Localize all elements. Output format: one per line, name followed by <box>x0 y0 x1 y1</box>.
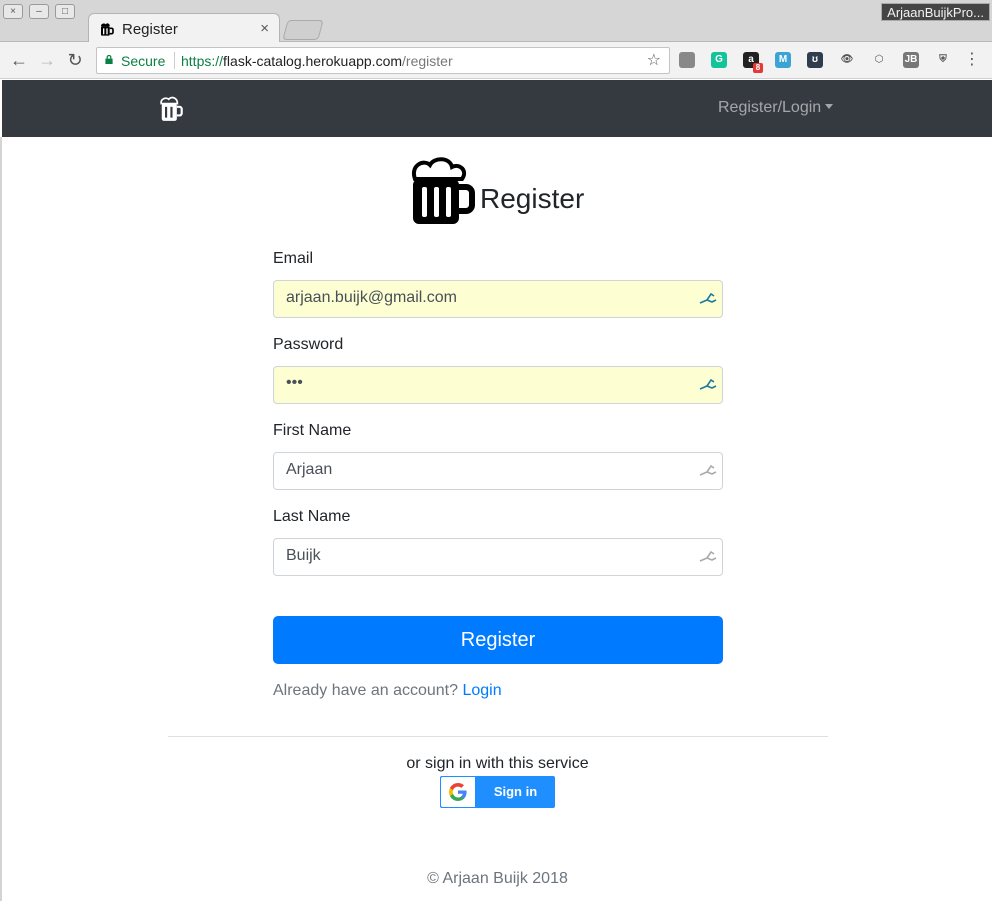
u-extension-icon[interactable]: ʊ <box>807 52 823 68</box>
divider <box>168 736 828 737</box>
first-name-value: Arjaan <box>286 461 333 478</box>
first-name-field[interactable]: Arjaan <box>273 452 723 490</box>
url-host: flask-catalog.herokuapp.com <box>223 53 403 69</box>
password-manager-icon[interactable] <box>698 378 718 392</box>
window-minimize-button[interactable]: – <box>29 4 49 19</box>
browser-tab-register[interactable]: Register × <box>88 13 280 43</box>
secure-label: Secure <box>121 53 166 69</box>
page-title: Register <box>480 183 585 214</box>
address-bar[interactable]: Secure https://flask-catalog.herokuapp.c… <box>96 47 670 74</box>
browser-titlebar: × – □ Register × ArjaanBuijkPro... <box>0 0 992 43</box>
cube-extension-icon[interactable]: ⬡ <box>871 52 887 68</box>
bookmark-star-icon[interactable]: ☆ <box>647 50 661 70</box>
pocket-extension-icon[interactable] <box>679 52 695 68</box>
tab-title: Register <box>122 21 178 38</box>
last-name-value: Buijk <box>286 547 321 564</box>
jb-extension-icon[interactable]: JB <box>903 52 919 68</box>
last-name-field[interactable]: Buijk <box>273 538 723 576</box>
caret-down-icon <box>825 104 834 109</box>
google-signin-button[interactable]: Sign in <box>440 776 555 808</box>
password-value: ••• <box>286 374 303 391</box>
window-maximize-button[interactable]: □ <box>55 4 75 19</box>
already-account-text: Already have an account? Login <box>273 682 502 700</box>
last-name-label: Last Name <box>273 508 351 525</box>
window-close-button[interactable]: × <box>3 4 23 19</box>
new-tab-button[interactable] <box>282 20 324 40</box>
site-navbar: Register/Login <box>2 80 992 137</box>
email-label: Email <box>273 250 314 267</box>
url-text: https://flask-catalog.herokuapp.com/regi… <box>181 53 453 69</box>
page-left-border <box>0 137 2 901</box>
extension-badge: 8 <box>753 63 763 73</box>
shield-extension-icon[interactable]: ⛨ <box>935 52 951 68</box>
browser-menu-icon[interactable]: ⋮ <box>964 50 980 70</box>
social-signin-prompt: or sign in with this service <box>406 755 589 772</box>
register-login-dropdown[interactable]: Register/Login <box>718 99 834 117</box>
brand-beer-mug-icon[interactable] <box>159 95 185 123</box>
password-field[interactable]: ••• <box>273 366 723 404</box>
reload-icon[interactable]: ↻ <box>65 50 85 70</box>
password-manager-icon[interactable] <box>698 550 718 564</box>
email-value: arjaan.buijk@gmail.com <box>286 289 457 306</box>
address-separator <box>174 52 175 69</box>
beer-mug-icon <box>411 157 475 224</box>
back-arrow-icon[interactable]: ← <box>9 50 29 70</box>
google-logo-box <box>441 777 475 807</box>
url-path: /register <box>402 53 453 69</box>
grammarly-extension-icon[interactable]: G <box>711 52 727 68</box>
tab-close-icon[interactable]: × <box>260 20 269 37</box>
password-manager-icon[interactable] <box>698 292 718 306</box>
already-account-label: Already have an account? <box>273 682 459 699</box>
register-button[interactable]: Register <box>273 616 723 664</box>
url-scheme: https:// <box>181 53 224 69</box>
google-logo-icon <box>449 783 467 801</box>
email-field[interactable]: arjaan.buijk@gmail.com <box>273 280 723 318</box>
lock-icon <box>105 55 113 64</box>
footer-copyright: © Arjaan Buijk 2018 <box>427 870 568 887</box>
login-link[interactable]: Login <box>462 682 501 699</box>
google-signin-label: Sign in <box>493 784 538 799</box>
password-manager-icon[interactable] <box>698 464 718 478</box>
eye-extension-icon[interactable]: 👁 <box>839 52 855 68</box>
register-login-label: Register/Login <box>718 99 822 116</box>
m-extension-icon[interactable]: M <box>775 52 791 68</box>
first-name-label: First Name <box>273 422 352 439</box>
beer-mug-icon <box>101 23 114 36</box>
password-label: Password <box>273 336 344 353</box>
amazon-assistant-extension-icon[interactable]: a8 <box>743 52 763 73</box>
forward-arrow-icon[interactable]: → <box>37 50 57 70</box>
profile-button[interactable]: ArjaanBuijkPro... <box>881 3 990 21</box>
